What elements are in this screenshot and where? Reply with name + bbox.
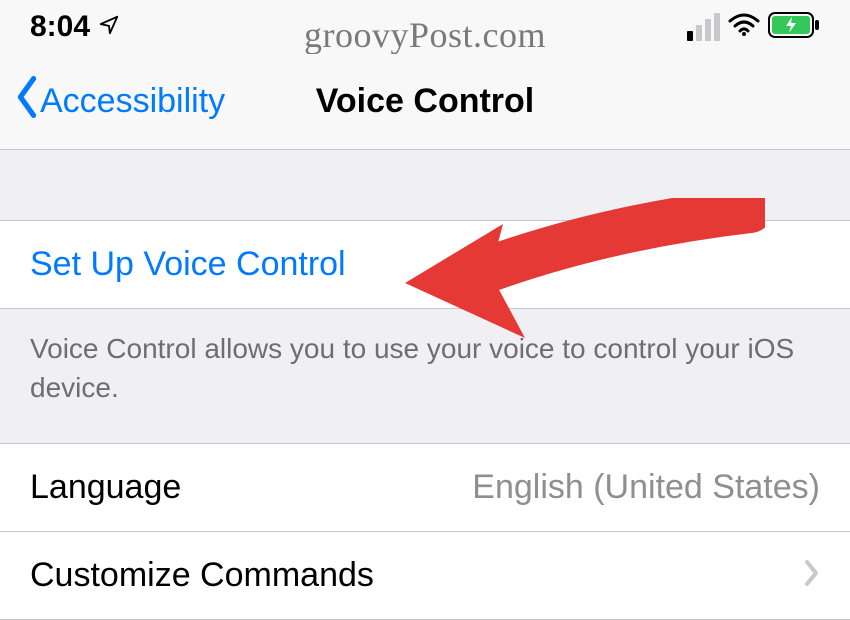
status-time: 8:04 bbox=[30, 10, 90, 44]
language-value: English (United States) bbox=[472, 468, 820, 507]
page-title: Voice Control bbox=[316, 82, 535, 121]
watermark-text: groovyPost.com bbox=[304, 14, 546, 56]
back-button[interactable]: Accessibility bbox=[14, 76, 225, 127]
language-label: Language bbox=[30, 468, 181, 507]
section-gap bbox=[0, 150, 850, 220]
setup-voice-control-label: Set Up Voice Control bbox=[30, 245, 346, 284]
customize-commands-cell[interactable]: Customize Commands bbox=[0, 531, 850, 620]
chevron-right-icon bbox=[804, 559, 820, 592]
status-left: 8:04 bbox=[30, 10, 120, 44]
back-label: Accessibility bbox=[40, 82, 225, 121]
battery-charging-icon bbox=[768, 12, 820, 43]
chevron-left-icon bbox=[14, 76, 40, 127]
setup-voice-control-cell[interactable]: Set Up Voice Control bbox=[0, 220, 850, 309]
navigation-bar: Accessibility Voice Control bbox=[0, 54, 850, 150]
language-cell[interactable]: Language English (United States) bbox=[0, 443, 850, 531]
setup-footer-text: Voice Control allows you to use your voi… bbox=[0, 309, 850, 443]
customize-commands-label: Customize Commands bbox=[30, 556, 374, 595]
wifi-icon bbox=[728, 13, 760, 42]
cell-right bbox=[804, 559, 820, 592]
location-icon bbox=[98, 10, 120, 44]
status-right bbox=[687, 12, 820, 43]
cellular-signal-icon bbox=[687, 13, 720, 41]
